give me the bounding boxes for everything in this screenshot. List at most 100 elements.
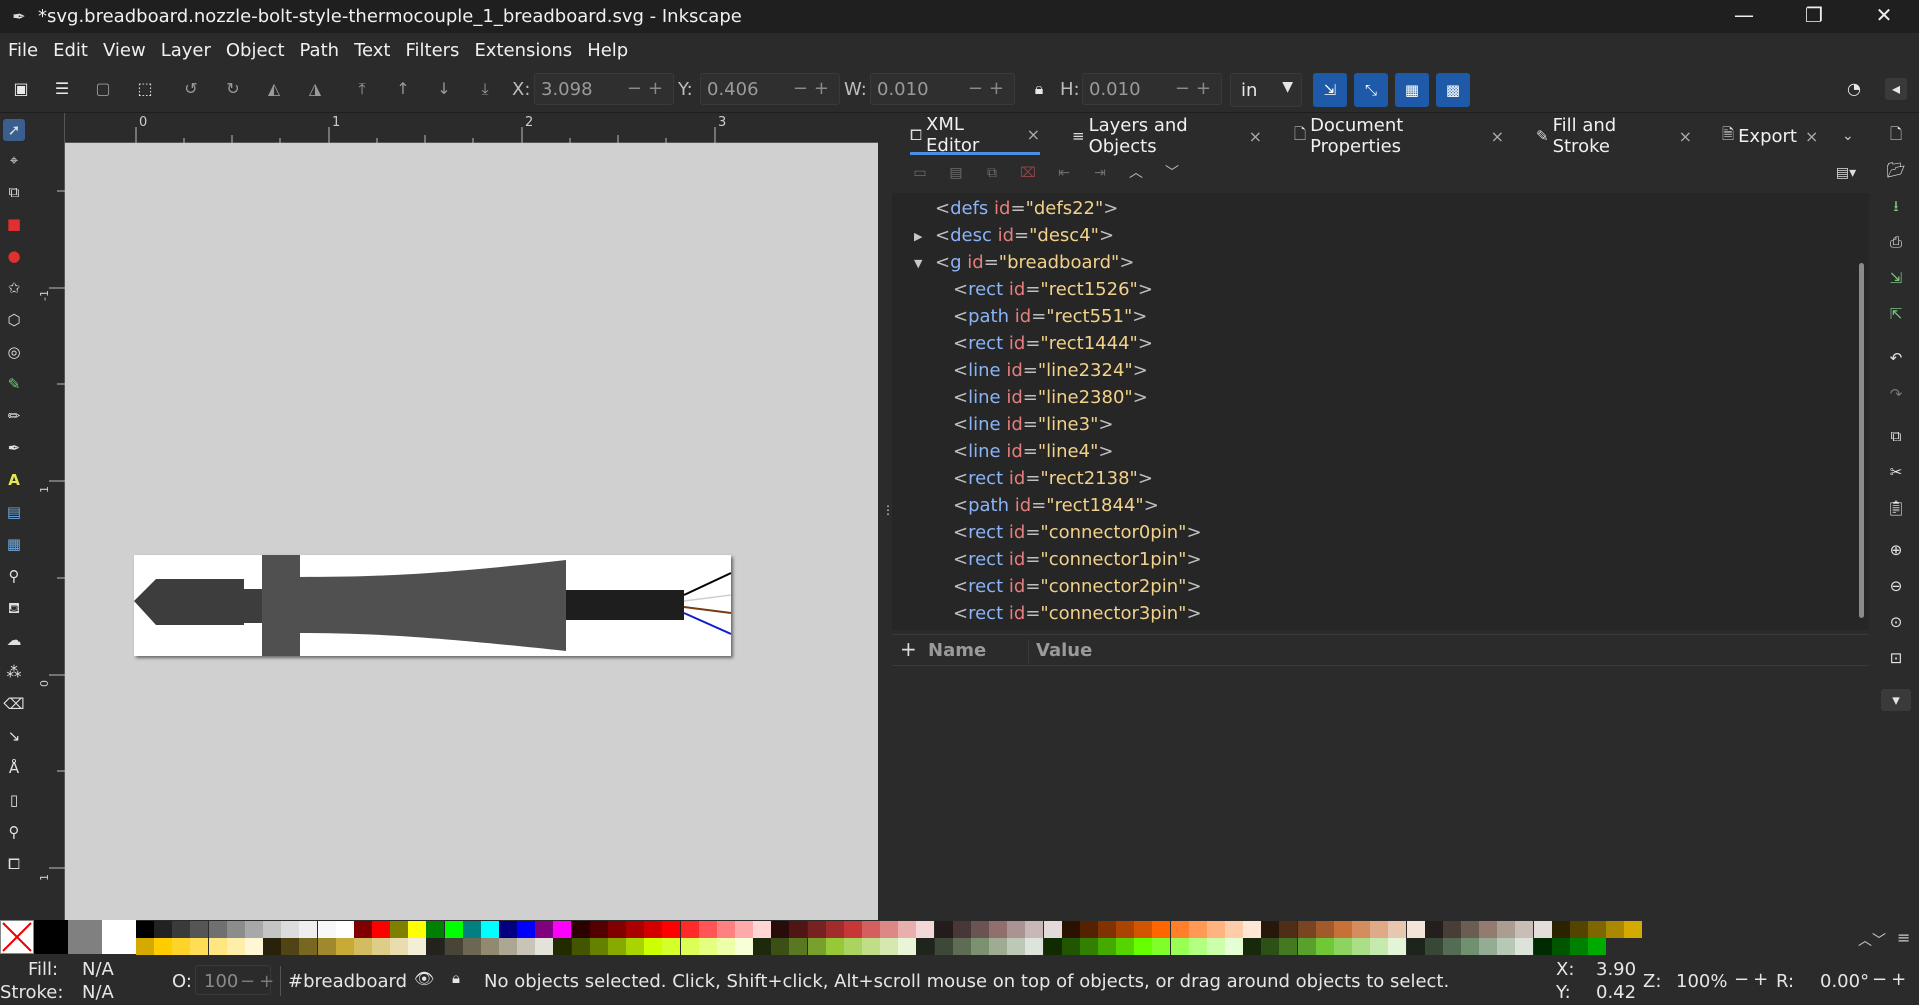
palette-swatch[interactable] (390, 938, 409, 955)
transform-patterns-icon[interactable]: ▩ (1436, 73, 1470, 107)
snap-icon[interactable]: ◔ (1843, 78, 1865, 100)
palette-swatch[interactable] (499, 921, 517, 938)
rotate-stepper-icon[interactable]: −+ (1872, 969, 1910, 990)
xml-node-row[interactable]: <line id="line2380"> (953, 385, 1148, 411)
close-icon[interactable]: × (1027, 125, 1040, 144)
selector-tool-icon[interactable]: ➚ (3, 119, 25, 141)
palette-swatch[interactable] (1097, 938, 1116, 955)
palette-swatch[interactable] (698, 921, 717, 938)
palette-swatch[interactable] (1225, 921, 1243, 938)
palette-swatch[interactable] (1370, 921, 1389, 938)
palette-swatch[interactable] (1460, 921, 1479, 938)
palette-swatch[interactable] (499, 938, 517, 955)
palette-swatch[interactable] (517, 938, 536, 955)
palette-swatch[interactable] (317, 921, 336, 938)
palette-swatch[interactable] (1243, 921, 1262, 938)
palette-swatch[interactable] (1442, 938, 1461, 955)
close-icon[interactable]: × (1805, 127, 1818, 146)
palette-swatch[interactable] (426, 938, 445, 955)
scrollbar-thumb[interactable] (1859, 263, 1864, 618)
new-element-node-icon[interactable]: ▭ (910, 163, 930, 183)
opacity-field[interactable]: 100 −+ (195, 965, 274, 995)
palette-swatch[interactable] (1279, 938, 1298, 955)
palette-swatch[interactable] (934, 938, 953, 955)
unit-select[interactable]: in ▼ (1230, 73, 1302, 107)
3d-box-tool-icon[interactable]: ⬡ (3, 309, 25, 331)
xml-node-row[interactable]: <defs id="defs22"> (935, 196, 1118, 222)
import-icon[interactable]: ⇲ (1885, 267, 1907, 289)
palette-swatch[interactable] (1297, 938, 1316, 955)
transform-gradients-icon[interactable]: ▦ (1395, 73, 1429, 107)
scale-corners-icon[interactable]: ⤡ (1354, 73, 1388, 107)
palette-swatch[interactable] (208, 938, 227, 955)
palette-swatch[interactable] (281, 938, 300, 955)
palette-swatch[interactable] (589, 921, 608, 938)
raise-icon[interactable]: ↑ (392, 78, 414, 100)
palette-swatch[interactable] (916, 938, 935, 955)
undo-icon[interactable]: ↶ (1885, 347, 1907, 369)
more-commands-icon[interactable]: ▾ (1881, 689, 1911, 711)
palette-swatch[interactable] (1297, 921, 1316, 938)
palette-swatch[interactable] (916, 921, 935, 938)
palette-swatch[interactable] (952, 921, 971, 938)
palette-swatch[interactable] (1551, 921, 1570, 938)
connector-tool-icon[interactable]: ↘ (3, 725, 25, 747)
palette-swatch[interactable] (226, 938, 245, 955)
document-page[interactable] (134, 555, 732, 656)
palette-swatch[interactable] (1352, 921, 1371, 938)
palette-swatch[interactable] (136, 921, 154, 938)
palette-swatch[interactable] (789, 938, 808, 955)
xml-node-row[interactable]: <rect id="rect1526"> (953, 277, 1153, 303)
palette-swatch[interactable] (1279, 921, 1298, 938)
x-field[interactable]: 3.098 −+ (534, 73, 674, 105)
scale-stroke-icon[interactable]: ⇲ (1313, 73, 1347, 107)
menu-extensions[interactable]: Extensions (474, 40, 572, 61)
palette-swatch[interactable] (1025, 938, 1044, 955)
palette-swatch[interactable] (1551, 938, 1570, 955)
palette-swatch[interactable] (462, 921, 481, 938)
palette-swatch[interactable] (880, 938, 899, 955)
palette-swatch[interactable] (1388, 938, 1407, 955)
delete-node-icon[interactable]: ⌧ (1018, 163, 1038, 183)
palette-swatch[interactable] (535, 921, 554, 938)
tab-document-properties[interactable]: 🗋︎ Document Properties × (1294, 115, 1504, 157)
deselect-icon[interactable]: ▢ (92, 78, 114, 100)
palette-swatch[interactable] (771, 938, 790, 955)
node-tool-icon[interactable]: ⌖ (3, 149, 25, 171)
menu-file[interactable]: File (8, 40, 38, 61)
palette-swatch[interactable] (553, 921, 572, 938)
palette-swatch[interactable] (335, 921, 354, 938)
palette-swatch[interactable] (1333, 921, 1352, 938)
xml-node-row[interactable]: <path id="rect551"> (953, 304, 1147, 330)
h-stepper-icon[interactable]: −+ (1175, 78, 1217, 99)
h-field[interactable]: 0.010 −+ (1082, 73, 1222, 105)
palette-swatch[interactable] (1588, 921, 1606, 938)
zoom-page-icon[interactable]: ⊙ (1885, 611, 1907, 633)
palette-swatch[interactable] (1061, 921, 1080, 938)
palette-swatch[interactable] (1333, 938, 1352, 955)
rotate-ccw-icon[interactable]: ↺ (180, 78, 202, 100)
palette-swatch[interactable] (571, 938, 590, 955)
attributes-list[interactable] (892, 666, 1869, 913)
palette-swatch[interactable] (644, 938, 663, 955)
ellipse-tool-icon[interactable]: ● (3, 245, 25, 267)
palette-swatch[interactable] (1025, 921, 1044, 938)
palette-swatch[interactable] (1206, 921, 1225, 938)
palette-swatch[interactable] (1170, 938, 1189, 955)
palette-swatch[interactable] (934, 921, 953, 938)
palette-swatch[interactable] (1588, 938, 1606, 955)
spray-tool-icon[interactable]: ⁂ (3, 661, 25, 683)
menu-object[interactable]: Object (226, 40, 285, 61)
eye-icon[interactable]: 👁︎ (414, 969, 434, 988)
palette-swatch[interactable] (1606, 921, 1625, 938)
rotate-cw-icon[interactable]: ↻ (222, 78, 244, 100)
palette-swatch[interactable] (843, 921, 862, 938)
shape-builder-icon[interactable]: ⧉ (3, 181, 25, 203)
palette-swatch[interactable] (335, 938, 354, 955)
zoom-stepper-icon[interactable]: −+ (1734, 969, 1772, 990)
palette-swatch[interactable] (1152, 938, 1171, 955)
palette-swatch[interactable] (989, 921, 1008, 938)
xml-tree-scrollbar[interactable] (1854, 193, 1869, 630)
close-button[interactable]: ✕ (1849, 0, 1919, 33)
palette-swatch[interactable] (136, 938, 154, 955)
